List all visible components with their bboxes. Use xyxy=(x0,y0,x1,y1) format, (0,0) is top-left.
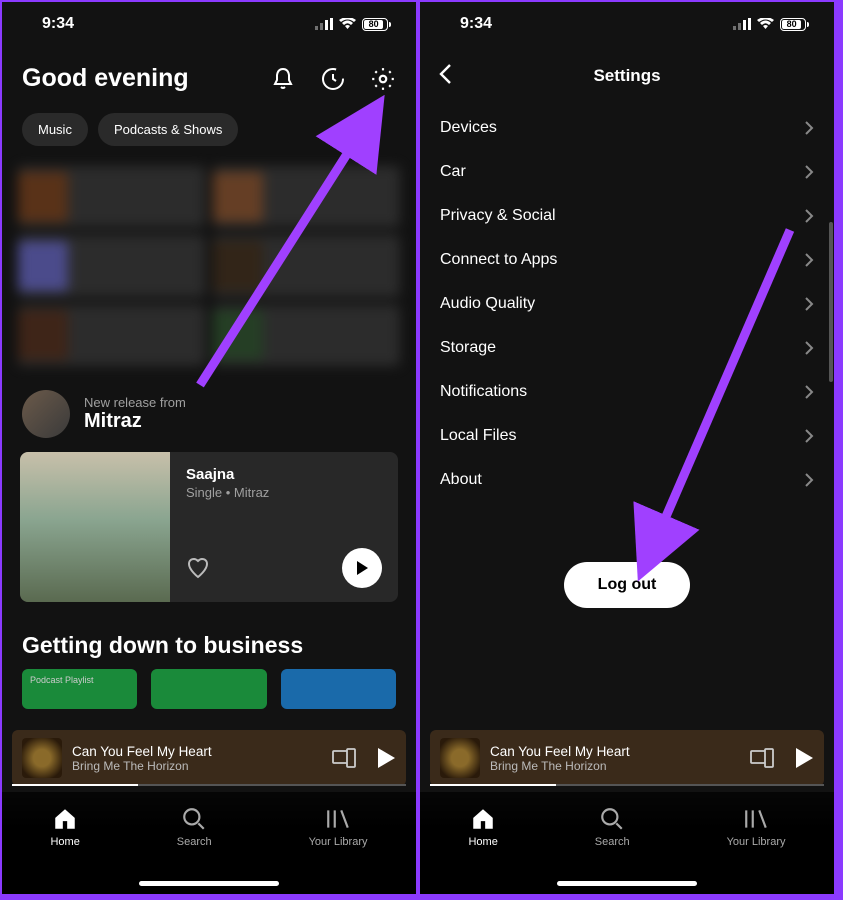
home-icon xyxy=(52,806,78,832)
carousel-card[interactable] xyxy=(281,669,396,709)
chevron-right-icon xyxy=(804,120,814,136)
release-artwork xyxy=(20,452,170,602)
bottom-nav: Home Search Your Library xyxy=(2,792,416,894)
wifi-icon xyxy=(757,18,774,30)
recently-played-icon[interactable] xyxy=(320,66,346,92)
playback-progress[interactable] xyxy=(12,784,138,787)
now-playing-artist: Bring Me The Horizon xyxy=(72,759,332,773)
settings-notifications[interactable]: Notifications xyxy=(420,370,834,414)
heart-icon[interactable] xyxy=(186,556,210,580)
release-track-title: Saajna xyxy=(186,466,382,483)
nav-search[interactable]: Search xyxy=(177,806,212,848)
now-playing-artist: Bring Me The Horizon xyxy=(490,759,750,773)
home-header: Good evening xyxy=(2,46,416,103)
play-icon[interactable] xyxy=(794,747,814,769)
status-icons: 80 xyxy=(315,18,388,31)
home-indicator xyxy=(139,881,279,886)
chevron-right-icon xyxy=(804,252,814,268)
chevron-right-icon xyxy=(804,384,814,400)
library-icon xyxy=(743,806,769,832)
home-icon xyxy=(470,806,496,832)
carousel-card[interactable] xyxy=(151,669,266,709)
notifications-icon[interactable] xyxy=(270,66,296,92)
devices-icon[interactable] xyxy=(332,748,356,768)
devices-icon[interactable] xyxy=(750,748,774,768)
settings-gear-icon[interactable] xyxy=(370,66,396,92)
now-playing-art xyxy=(22,738,62,778)
release-artist: Mitraz xyxy=(84,410,186,433)
home-screen: 9:34 80 Good evening Music Podcasts & Sh… xyxy=(0,0,418,896)
battery-icon: 80 xyxy=(362,18,388,31)
play-icon[interactable] xyxy=(376,747,396,769)
chevron-right-icon xyxy=(804,428,814,444)
now-playing-art xyxy=(440,738,480,778)
settings-list: Devices Car Privacy & Social Connect to … xyxy=(420,106,834,502)
library-icon xyxy=(325,806,351,832)
nav-library[interactable]: Your Library xyxy=(727,806,786,848)
settings-devices[interactable]: Devices xyxy=(420,106,834,150)
settings-local-files[interactable]: Local Files xyxy=(420,414,834,458)
settings-audio-quality[interactable]: Audio Quality xyxy=(420,282,834,326)
release-card[interactable]: Saajna Single • Mitraz xyxy=(20,452,398,602)
release-subtitle: New release from xyxy=(84,395,186,410)
search-icon xyxy=(181,806,207,832)
settings-privacy[interactable]: Privacy & Social xyxy=(420,194,834,238)
now-playing-bar[interactable]: Can You Feel My Heart Bring Me The Horiz… xyxy=(430,730,824,786)
nav-library[interactable]: Your Library xyxy=(309,806,368,848)
play-button[interactable] xyxy=(342,548,382,588)
bottom-nav: Home Search Your Library xyxy=(420,792,834,894)
settings-screen: 9:34 80 Settings Devices Car Privacy & S… xyxy=(418,0,836,896)
settings-storage[interactable]: Storage xyxy=(420,326,834,370)
now-playing-title: Can You Feel My Heart xyxy=(72,744,332,759)
nav-home[interactable]: Home xyxy=(50,806,79,848)
carousel[interactable]: Podcast Playlist xyxy=(2,669,416,709)
nav-search[interactable]: Search xyxy=(595,806,630,848)
cellular-icon xyxy=(733,18,751,30)
chip-music[interactable]: Music xyxy=(22,113,88,146)
recent-grid-blurred xyxy=(18,166,400,366)
settings-title: Settings xyxy=(593,66,660,86)
artist-avatar xyxy=(22,390,70,438)
search-icon xyxy=(599,806,625,832)
status-time: 9:34 xyxy=(42,15,74,33)
settings-connect-apps[interactable]: Connect to Apps xyxy=(420,238,834,282)
scrollbar-thumb[interactable] xyxy=(829,222,833,382)
settings-header: Settings xyxy=(420,46,834,106)
section-title: Getting down to business xyxy=(2,608,416,669)
chevron-right-icon xyxy=(804,340,814,356)
status-time: 9:34 xyxy=(460,15,492,33)
playback-progress[interactable] xyxy=(430,784,556,787)
new-release-header[interactable]: New release from Mitraz xyxy=(2,376,416,446)
settings-car[interactable]: Car xyxy=(420,150,834,194)
chevron-right-icon xyxy=(804,164,814,180)
status-bar: 9:34 80 xyxy=(420,2,834,46)
battery-icon: 80 xyxy=(780,18,806,31)
logout-button[interactable]: Log out xyxy=(564,562,691,608)
chevron-right-icon xyxy=(804,296,814,312)
back-button[interactable] xyxy=(438,63,452,90)
home-indicator xyxy=(557,881,697,886)
filter-chips: Music Podcasts & Shows xyxy=(2,103,416,156)
carousel-card[interactable]: Podcast Playlist xyxy=(22,669,137,709)
cellular-icon xyxy=(315,18,333,30)
chevron-right-icon xyxy=(804,472,814,488)
chevron-right-icon xyxy=(804,208,814,224)
nav-home[interactable]: Home xyxy=(468,806,497,848)
status-icons: 80 xyxy=(733,18,806,31)
wifi-icon xyxy=(339,18,356,30)
release-track-meta: Single • Mitraz xyxy=(186,485,382,500)
settings-about[interactable]: About xyxy=(420,458,834,502)
now-playing-bar[interactable]: Can You Feel My Heart Bring Me The Horiz… xyxy=(12,730,406,786)
chip-podcasts[interactable]: Podcasts & Shows xyxy=(98,113,238,146)
greeting-text: Good evening xyxy=(22,64,189,93)
status-bar: 9:34 80 xyxy=(2,2,416,46)
now-playing-title: Can You Feel My Heart xyxy=(490,744,750,759)
